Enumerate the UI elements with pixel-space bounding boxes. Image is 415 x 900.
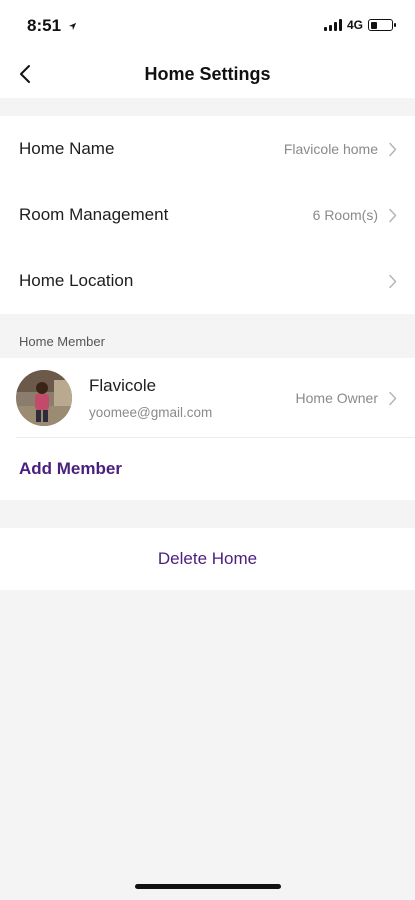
add-member-button[interactable]: Add Member (0, 438, 415, 500)
member-info: Flavicole yoomee@gmail.com (89, 376, 296, 420)
home-indicator[interactable] (135, 884, 281, 889)
battery-icon (368, 19, 396, 31)
chevron-right-icon (388, 391, 397, 406)
room-management-row[interactable]: Room Management 6 Room(s) (0, 182, 415, 248)
room-count-value: 6 Room(s) (312, 207, 378, 223)
status-bar: 8:51 4G (0, 0, 415, 50)
cellular-signal-icon (323, 19, 342, 31)
home-name-label: Home Name (19, 139, 115, 158)
home-settings-group: Home Name Flavicole home Room Management… (0, 116, 415, 314)
member-email: yoomee@gmail.com (89, 405, 213, 420)
chevron-right-icon (388, 142, 397, 157)
chevron-right-icon (388, 274, 397, 289)
status-time: 8:51 (27, 16, 77, 36)
home-member-group: Flavicole yoomee@gmail.com Home Owner Ad… (0, 358, 415, 500)
chevron-right-icon (388, 208, 397, 223)
avatar (16, 370, 72, 426)
divider (16, 437, 415, 438)
location-arrow-icon (68, 22, 76, 31)
home-name-row[interactable]: Home Name Flavicole home (0, 116, 415, 182)
status-indicators: 4G (323, 18, 396, 32)
network-type-label: 4G (346, 18, 363, 32)
page-title: Home Settings (144, 64, 271, 84)
delete-home-group: Delete Home (0, 528, 415, 590)
home-member-section-label: Home Member (19, 334, 105, 349)
member-role: Home Owner (295, 390, 378, 406)
room-management-label: Room Management (19, 205, 169, 224)
home-location-row[interactable]: Home Location (0, 248, 415, 314)
clock-text: 8:51 (27, 16, 62, 35)
home-name-value: Flavicole home (283, 141, 378, 157)
member-name: Flavicole (89, 376, 157, 395)
delete-home-button[interactable]: Delete Home (158, 549, 257, 569)
member-row[interactable]: Flavicole yoomee@gmail.com Home Owner (0, 358, 415, 438)
home-location-label: Home Location (19, 271, 134, 290)
navigation-bar: Home Settings (0, 50, 415, 98)
